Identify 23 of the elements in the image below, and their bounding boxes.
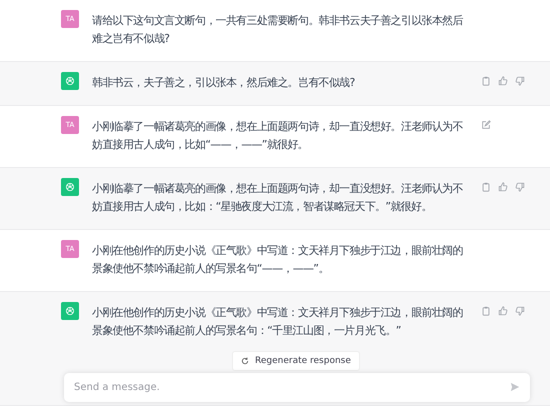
edit-icon[interactable] [481,120,491,130]
assistant-logo-icon [61,302,79,320]
assistant-logo-icon [61,72,79,90]
copy-icon[interactable] [481,306,491,316]
message-text: 小刚在他创作的历史小说《正气歌》中写道：文天祥月下独步于江边，眼前壮阔的景象使他不禁吟诵起前人的写景名句：“千里江山图，一片月光飞。” [92,305,464,339]
message-input[interactable]: Send a message. [64,373,530,402]
message-text: 小刚临摹了一幅诸葛亮的画像，想在上面题两句诗，却一直没想好。汪老师认为不妨直接用古人成句，比如“——，——”就很好。 [92,119,464,153]
thumbs-up-icon[interactable] [498,182,508,192]
regenerate-button[interactable]: Regenerate response [232,351,360,371]
thumbs-down-icon[interactable] [515,306,525,316]
send-icon[interactable] [510,382,520,392]
thumbs-down-icon[interactable] [515,76,525,86]
message-text: 小刚临摹了一幅诸葛亮的画像，想在上面题两句诗，却一直没想好。汪老师认为不妨直接用古人成句，比如：“星驰夜度大江流，智者谋略冠天下。”就很好。 [92,181,464,215]
thumbs-up-icon[interactable] [498,306,508,316]
message-text: 韩非书云，夫子善之，引以张本，然后难之。岂有不似哉? [92,75,356,91]
assistant-logo-icon [61,178,79,196]
message-text: 小刚在他创作的历史小说《正气歌》中写道：文天祥月下独步于江边，眼前壮阔的景象使他不禁吟诵起前人的写景名句“——，——”。 [92,243,464,277]
copy-icon[interactable] [481,76,491,86]
message-text: 请给以下这句文言文断句，一共有三处需要断句。韩非书云夫子善之引以张本然后难之岂有不似哉? [92,13,464,47]
refresh-icon [241,357,249,365]
copy-icon[interactable] [481,182,491,192]
thumbs-down-icon[interactable] [515,182,525,192]
thumbs-up-icon[interactable] [498,76,508,86]
